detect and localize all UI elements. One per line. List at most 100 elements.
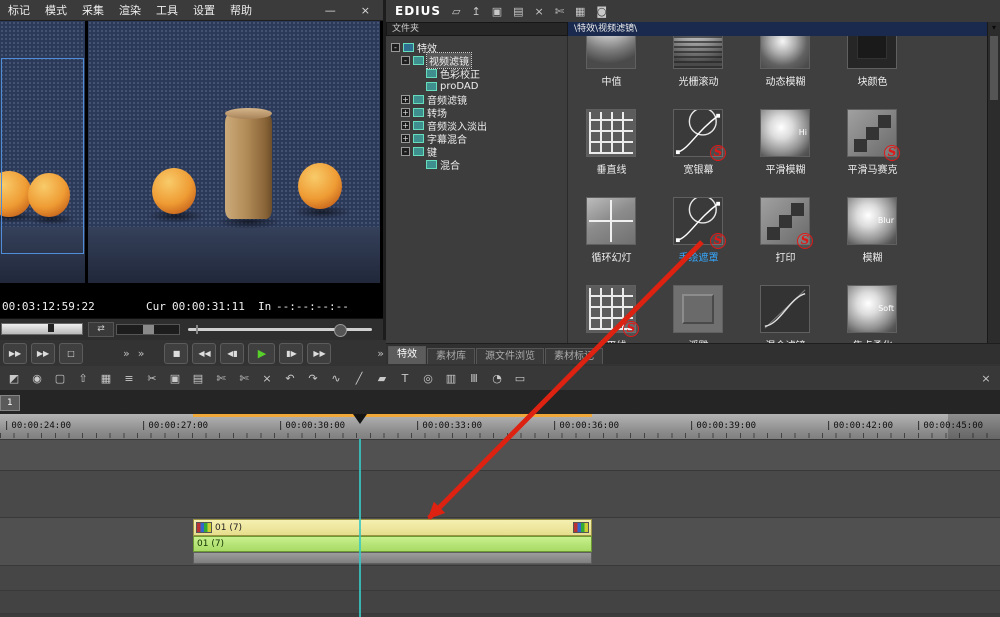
voiceover-icon[interactable]: ◎ [421,372,435,385]
effect-thumbnail[interactable]: S [673,109,726,161]
effect-thumbnail[interactable]: S [586,285,639,337]
up-folder-icon[interactable]: ↥ [471,5,480,18]
record-icon[interactable]: ◉ [30,372,44,385]
collapse-icon[interactable]: - [391,43,400,52]
effect-thumbnail[interactable] [760,36,810,69]
extend-menu-icon[interactable]: ▭ [513,372,527,385]
monitor-button[interactable]: □ [59,342,83,364]
effect-item[interactable]: 垂直线 [568,95,655,183]
effect-item-hand-drawn-mask[interactable]: S 手绘遮罩 [655,183,742,271]
effect-thumbnail[interactable]: Blur [847,197,897,245]
previous-frame-button[interactable]: ◀▮ [220,342,245,364]
tab-source-browser[interactable]: 源文件浏览 [476,348,544,364]
effect-item[interactable]: 循环幻灯 [568,183,655,271]
effect-item[interactable]: S 宽银幕 [655,95,742,183]
timeline-menu-icon[interactable]: ◩ [7,372,21,385]
lock-icon[interactable]: ◙ [596,5,607,18]
effect-item[interactable]: 块颜色 [829,36,916,95]
undo-icon[interactable]: ↶ [283,372,297,385]
split-delete-icon[interactable]: ✄ [237,372,251,385]
stop-button[interactable]: ■ [164,342,189,364]
timeline-close-icon[interactable]: × [979,372,993,385]
menu-mark[interactable]: 标记 [8,2,30,18]
title-icon[interactable]: T [398,372,412,385]
expand-icon[interactable]: + [401,121,410,130]
effect-item[interactable]: S 水平线 [568,271,655,344]
shuttle-left-button[interactable]: ▶▶ [3,342,27,364]
snip-tool-icon[interactable]: ✄ [555,5,564,18]
track-area[interactable]: 01 (7) 01 (7) [0,439,1000,617]
playhead-line[interactable] [359,439,361,617]
transition-icon[interactable]: ▰ [375,372,389,385]
delete-icon[interactable]: × [260,372,274,385]
close-button[interactable]: × [356,4,375,17]
tree-item-effects[interactable]: - 特效 [386,41,567,55]
export-icon[interactable]: ⇧ [76,372,90,385]
effect-thumbnail[interactable] [586,197,636,245]
video-clip[interactable]: 01 (7) [193,519,592,536]
effect-item[interactable]: 中值 [568,36,655,95]
effect-item[interactable]: 浮雕 [655,271,742,344]
redo-icon[interactable]: ↷ [306,372,320,385]
shuttle-right-button[interactable]: ▶▶ [31,342,55,364]
clock-icon[interactable]: ◔ [490,372,504,385]
menu-mode[interactable]: 模式 [45,2,67,18]
scrollbar[interactable]: ▾ [987,22,1000,344]
wave-icon[interactable]: ∿ [329,372,343,385]
track-row[interactable] [0,439,1000,471]
effect-item[interactable]: Hi 平滑模糊 [742,95,829,183]
cut-icon[interactable]: ✂ [145,372,159,385]
scrollbar-thumb[interactable] [990,36,998,100]
next-frame-button[interactable]: ▮▶ [279,342,304,364]
chevron-more-icon[interactable]: » [375,347,386,360]
playhead-handle[interactable] [353,414,367,424]
effect-item[interactable]: Blur 模糊 [829,183,916,271]
effect-thumbnail[interactable] [673,285,723,333]
tab-effects[interactable]: 特效 [388,346,426,364]
menu-capture[interactable]: 采集 [82,2,104,18]
chevron-menu-icon[interactable]: » [121,347,132,360]
menu-help[interactable]: 帮助 [230,2,252,18]
effect-thumbnail[interactable]: Hi [760,109,810,157]
effect-item[interactable]: 混合滤镜 [742,271,829,344]
mini-timeline[interactable] [1,323,83,335]
menu-settings[interactable]: 设置 [193,2,215,18]
effect-item[interactable]: 光栅滚动 [655,36,742,95]
tree-item-audio-filters[interactable]: + 音频滤镜 [386,93,567,107]
fast-forward-button[interactable]: ▶▶ [307,342,332,364]
close-view-icon[interactable]: × [535,5,544,18]
save-icon[interactable]: ▦ [99,372,113,385]
effect-thumbnail[interactable]: S [673,197,726,249]
effect-item[interactable]: Soft 焦点柔化 [829,271,916,344]
menu-tools[interactable]: 工具 [156,2,178,18]
chevron-menu-icon[interactable]: » [136,347,147,360]
effect-item[interactable]: 动态模糊 [742,36,829,95]
effect-thumbnail[interactable] [586,36,636,69]
effect-thumbnail[interactable] [586,109,636,157]
effect-thumbnail[interactable] [847,36,897,69]
new-clip-icon[interactable]: ▢ [53,372,67,385]
folder-icon[interactable]: ▱ [452,5,460,18]
mixer-icon[interactable]: Ⅲ [467,372,481,385]
position-slider[interactable] [188,324,372,337]
expand-icon[interactable]: + [401,108,410,117]
grid-view-icon[interactable]: ▦ [575,5,585,18]
audio-clip[interactable]: 01 (7) [193,536,592,552]
effect-item[interactable]: S 平滑马赛克 [829,95,916,183]
effect-thumbnail[interactable] [673,36,723,69]
effect-item[interactable]: S 打印 [742,183,829,271]
shuttle-slider[interactable] [116,324,180,335]
tree-item-color-correction[interactable]: 色彩校正 [386,67,567,81]
minimize-button[interactable]: — [320,4,341,17]
collapse-icon[interactable]: - [401,147,410,156]
play-button[interactable]: ▶ [248,342,276,364]
tree-item-audio-cross-fade[interactable]: + 音频淡入淡出 [386,119,567,133]
menu-render[interactable]: 渲染 [119,2,141,18]
slope-icon[interactable]: ╱ [352,372,366,385]
tree-item-key[interactable]: - 键 [386,145,567,159]
dual-view-icon[interactable]: ▤ [513,5,523,18]
list-icon[interactable]: ≡ [122,372,136,385]
ripple-cut-icon[interactable]: ✄ [214,372,228,385]
sequence-tab-1[interactable]: 1 [0,395,20,411]
track-row[interactable] [0,470,1000,518]
